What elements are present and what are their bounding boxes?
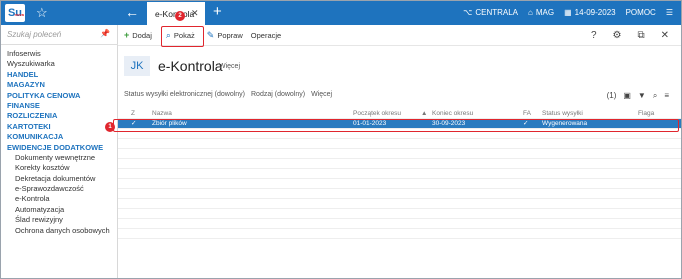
sidebar-item[interactable]: KOMUNIKACJA [1,132,118,142]
sidebar-item[interactable]: Dekretacja dokumentów [1,174,118,184]
filter-icon[interactable]: ▼ [638,91,646,101]
help-menu[interactable]: POMOC [626,8,656,17]
new-tab-icon[interactable]: + [213,3,222,20]
sidebar-item[interactable]: Automatyzacja [1,205,118,215]
sidebar-item[interactable]: Infoserwis [1,49,118,59]
empty-row [118,209,681,219]
sidebar-item[interactable]: e-Kontrola [1,194,118,204]
toolbar-right: ? ⚙ ⧉ ✕ [591,30,669,41]
sidebar-item[interactable]: Dokumenty wewnętrzne [1,153,118,163]
empty-rows [118,129,681,239]
empty-row [118,169,681,179]
sidebar-nav: Infoserwis Wyszukiwarka HANDEL MAGAZYN POLIT… [1,49,118,236]
filter-tools: (1) ▣ ▼ ⌕ ≡ [607,91,669,101]
record-count: (1) [606,91,617,100]
branch-selector[interactable]: ⌥ CENTRALA [463,8,518,17]
sidebar-item[interactable]: e-Sprawozdawczość [1,184,118,194]
org-chart-icon: ⌥ [463,8,473,17]
date-selector[interactable]: ▦ 14-09-2023 [564,8,615,17]
main-content: + Dodaj ⌕ Pokaż ✎ Popraw Operacje ? ⚙ ⧉ ✕ 2… [105,11,681,278]
empty-row [118,149,681,159]
empty-row [118,179,681,189]
col-name[interactable]: Nazwa [152,109,172,119]
sidebar-item[interactable]: HANDEL [1,70,118,80]
page-more-link[interactable]: Więcej [219,63,240,70]
image-icon[interactable]: ▣ [623,91,631,101]
empty-row [118,229,681,239]
module-badge: JK [124,56,150,76]
back-arrow-icon[interactable]: ← [125,4,139,20]
grid-header: Z Nazwa Początek okresu ▲ Koniec okresu … [118,109,681,119]
col-end[interactable]: Koniec okresu [432,109,473,119]
sidebar-item[interactable]: Wyszukiwarka [1,59,118,69]
selected-row-highlight [113,119,679,132]
empty-row [118,219,681,229]
more-filters[interactable]: Więcej [311,91,332,98]
sidebar-item[interactable]: KARTOTEKI [1,122,118,132]
col-flag[interactable]: Flaga [638,109,654,119]
warehouse-icon: ⌂ [528,8,533,17]
top-bar: Sunova ☆ ← e-Kontrola ✕ + ⌥CENTRALA ⌂MAG… [1,1,681,25]
sidebar-item[interactable]: Ochrona danych osobowych [1,226,118,236]
top-right-info: ⌥ CENTRALA ⌂ MAG ▦ 14-09-2023 POMOC ☰ [463,8,673,17]
edit-button[interactable]: ✎ Popraw [207,30,243,41]
pencil-icon: ✎ [206,29,215,40]
close-tab-icon[interactable]: ✕ [191,8,199,19]
pin-icon[interactable]: 📌 [100,29,110,38]
sort-asc-icon: ▲ [421,110,428,117]
sidebar-item[interactable]: EWIDENCJE DODATKOWE [1,143,118,153]
sidebar: Szukaj poleceń 📌 Infoserwis Wyszukiwarka H… [1,25,118,278]
detach-window-icon[interactable]: ⧉ [637,30,644,41]
menu-icon[interactable]: ≡ [664,91,669,101]
step-badge-2: 2 [175,11,185,21]
warehouse-selector[interactable]: ⌂ MAG [528,8,554,17]
col-start[interactable]: Początek okresu [353,109,401,119]
kind-filter[interactable]: Rodzaj (dowolny) [251,91,305,98]
sidebar-item[interactable]: FINANSE [1,101,118,111]
step-badge-1: 1 [105,122,115,132]
operations-button[interactable]: Operacje [251,31,281,40]
col-z[interactable]: Z [131,109,135,119]
add-button[interactable]: + Dodaj [124,30,152,40]
sidebar-item[interactable]: POLITYKA CENOWA [1,91,118,101]
col-status[interactable]: Status wysyłki [542,109,583,119]
col-fa[interactable]: FA [523,109,531,119]
close-window-icon[interactable]: ✕ [661,30,669,41]
favorites-star-icon[interactable]: ☆ [36,5,48,21]
sidebar-item[interactable]: MAGAZYN [1,80,118,90]
page-header: JK e-Kontrola Więcej [118,47,681,85]
app-logo[interactable]: Su nova [5,4,25,22]
show-button-highlight [161,26,204,47]
status-filter[interactable]: Status wysyłki elektronicznej (dowolny) [124,91,245,98]
logo-small: nova [14,12,24,17]
calendar-icon: ▦ [564,8,572,17]
sidebar-item[interactable]: Ślad rewizyjny [1,215,118,225]
plus-icon: + [124,30,130,40]
filter-bar: Status wysyłki elektronicznej (dowolny) … [124,91,332,98]
sidebar-item[interactable]: Korekty kosztów [1,163,118,173]
empty-row [118,159,681,169]
settings-icon[interactable]: ⚙ [613,30,622,41]
search-icon[interactable]: ⌕ [653,91,657,101]
empty-row [118,199,681,209]
help-icon[interactable]: ? [591,30,597,41]
sidebar-item[interactable]: ROZLICZENIA [1,111,118,121]
hamburger-menu-icon[interactable]: ☰ [666,8,673,17]
page-title: e-Kontrola [158,58,223,74]
empty-row [118,189,681,199]
empty-row [118,139,681,149]
